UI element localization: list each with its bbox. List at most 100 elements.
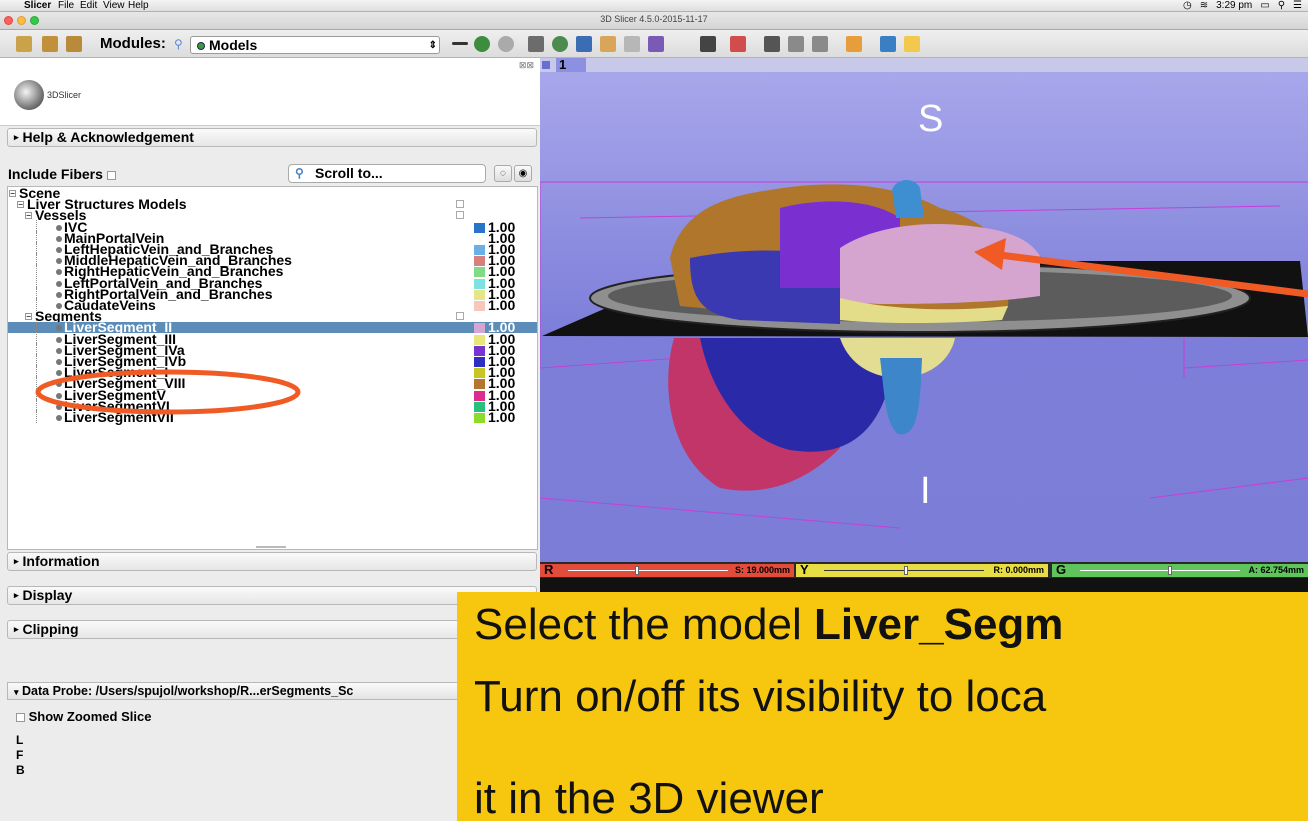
- wifi-icon[interactable]: ≋: [1200, 0, 1208, 12]
- yellow-slice-controller[interactable]: Y R: 0.000mm: [796, 563, 1048, 577]
- fiducial-icon[interactable]: [846, 36, 862, 52]
- editor-icon[interactable]: [648, 36, 664, 52]
- back-icon[interactable]: [474, 36, 490, 52]
- model-color-swatch[interactable]: [474, 256, 485, 267]
- menu-help[interactable]: Help: [128, 0, 149, 12]
- help-section-label: Help & Acknowledgement: [22, 129, 194, 145]
- green-slice-controller[interactable]: G A: 62.754mm: [1052, 562, 1308, 577]
- volumes-module-icon[interactable]: [552, 36, 568, 52]
- menu-edit[interactable]: Edit: [80, 0, 97, 12]
- scroll-to-search[interactable]: ⚲ Scroll to...: [288, 164, 486, 183]
- spotlight-icon[interactable]: ⚲: [1278, 0, 1285, 12]
- model-color-swatch[interactable]: [474, 245, 485, 255]
- logo-area: ⊠⊠ 3DSlicer: [0, 58, 540, 126]
- model-opacity-value[interactable]: 1.00: [488, 298, 515, 312]
- clock-icon[interactable]: ◷: [1183, 0, 1192, 12]
- crosshair-icon[interactable]: [730, 36, 746, 52]
- markups-icon[interactable]: [624, 36, 640, 52]
- history-icon[interactable]: [452, 42, 468, 45]
- visibility-eye-icon[interactable]: [56, 381, 62, 388]
- model-color-swatch[interactable]: [474, 357, 485, 367]
- green-slice-slider-track[interactable]: [1080, 570, 1240, 571]
- extension-manager-icon[interactable]: [880, 36, 896, 52]
- model-color-swatch[interactable]: [474, 368, 485, 379]
- visibility-eye-icon[interactable]: [56, 269, 62, 276]
- tree-row[interactable]: − Liver Structures Models: [8, 197, 537, 211]
- battery-icon[interactable]: ▭: [1260, 0, 1269, 12]
- probe-letter-l: L: [16, 733, 24, 747]
- model-color-swatch[interactable]: [474, 301, 485, 311]
- visibility-eye-icon[interactable]: [56, 258, 62, 265]
- show-zoomed-slice-checkbox[interactable]: [16, 713, 25, 723]
- tree-row[interactable]: LiverSegmentVII 1.00: [8, 410, 537, 424]
- tree-visibility-checkbox[interactable]: [456, 211, 464, 220]
- model-color-swatch[interactable]: [474, 267, 485, 278]
- information-section[interactable]: ▸ Information: [7, 552, 537, 571]
- visibility-eye-icon[interactable]: [56, 224, 62, 231]
- python-console-icon[interactable]: [904, 36, 920, 52]
- view-link-icon[interactable]: [788, 36, 804, 52]
- visibility-eye-icon[interactable]: [56, 247, 62, 253]
- model-opacity-value[interactable]: 1.00: [488, 410, 515, 424]
- visibility-eye-icon[interactable]: [56, 347, 62, 354]
- expand-all-icon[interactable]: ◌: [494, 165, 512, 182]
- model-color-swatch[interactable]: [474, 323, 485, 334]
- panel-float-icon[interactable]: ⊠⊠: [519, 60, 534, 71]
- model-color-swatch[interactable]: [474, 390, 485, 401]
- layout-icon[interactable]: [700, 36, 716, 52]
- module-search-icon[interactable]: ⚲: [174, 37, 183, 51]
- screenshot-icon[interactable]: [764, 36, 780, 52]
- tree-row[interactable]: − Vessels: [8, 208, 537, 222]
- model-color-swatch[interactable]: [474, 289, 485, 300]
- red-slice-slider-track[interactable]: [568, 570, 728, 571]
- visibility-eye-icon[interactable]: [56, 359, 62, 365]
- tree-collapse-icon[interactable]: −: [17, 201, 24, 209]
- menu-view[interactable]: View: [103, 0, 125, 12]
- model-color-swatch[interactable]: [474, 334, 485, 345]
- save-icon[interactable]: [66, 36, 82, 52]
- red-slice-controller[interactable]: R S: 19.000mm: [540, 563, 794, 577]
- include-fibers-checkbox[interactable]: [106, 170, 116, 180]
- model-color-swatch[interactable]: [474, 379, 485, 390]
- view-reset-icon[interactable]: [812, 36, 828, 52]
- transforms-icon[interactable]: [600, 36, 616, 52]
- visibility-eye-icon[interactable]: [56, 291, 62, 298]
- notification-icon[interactable]: ☰: [1293, 0, 1302, 12]
- model-color-swatch[interactable]: [474, 345, 485, 356]
- visibility-eye-icon[interactable]: [56, 280, 62, 287]
- model-color-swatch[interactable]: [474, 401, 485, 412]
- visibility-eye-icon[interactable]: [56, 325, 62, 332]
- model-color-swatch[interactable]: [474, 413, 485, 423]
- tree-visibility-checkbox[interactable]: [456, 312, 464, 321]
- green-slice-slider-handle[interactable]: [1168, 566, 1172, 575]
- data-module-icon[interactable]: [528, 36, 544, 52]
- visibility-eye-icon[interactable]: [56, 370, 62, 377]
- app-menu[interactable]: Slicer: [24, 0, 51, 12]
- show-hidden-icon[interactable]: ◉: [514, 165, 532, 182]
- tree-visibility-checkbox[interactable]: [456, 200, 464, 209]
- splitter-handle[interactable]: [256, 546, 286, 548]
- tree-collapse-icon[interactable]: −: [9, 190, 16, 198]
- tree-collapse-icon[interactable]: −: [25, 212, 32, 220]
- model-color-swatch[interactable]: [474, 222, 485, 233]
- load-data-icon[interactable]: [16, 36, 32, 52]
- visibility-eye-icon[interactable]: [56, 336, 62, 343]
- forward-icon[interactable]: [498, 36, 514, 52]
- green-slice-letter: G: [1056, 562, 1067, 577]
- models-icon[interactable]: [576, 36, 592, 52]
- slice-controls-bar: R S: 19.000mm Y R: 0.000mm G A: 62.754mm: [540, 562, 1308, 578]
- visibility-eye-icon[interactable]: [56, 403, 62, 410]
- tree-collapse-icon[interactable]: −: [25, 313, 32, 321]
- clock-time[interactable]: 3:29 pm: [1216, 0, 1252, 12]
- model-color-swatch[interactable]: [474, 278, 485, 289]
- help-acknowledgement-section[interactable]: ▸ Help & Acknowledgement: [7, 128, 537, 147]
- visibility-eye-icon[interactable]: [56, 235, 62, 242]
- 3d-viewer[interactable]: 1 S I: [540, 58, 1308, 562]
- red-slice-slider-handle[interactable]: [635, 566, 640, 575]
- visibility-eye-icon[interactable]: [56, 415, 62, 421]
- visibility-eye-icon[interactable]: [56, 392, 62, 399]
- load-dicom-icon[interactable]: [42, 36, 58, 52]
- yellow-slice-slider-handle[interactable]: [904, 566, 908, 575]
- module-selector[interactable]: Models ⇕: [190, 36, 440, 54]
- menu-file[interactable]: File: [58, 0, 74, 12]
